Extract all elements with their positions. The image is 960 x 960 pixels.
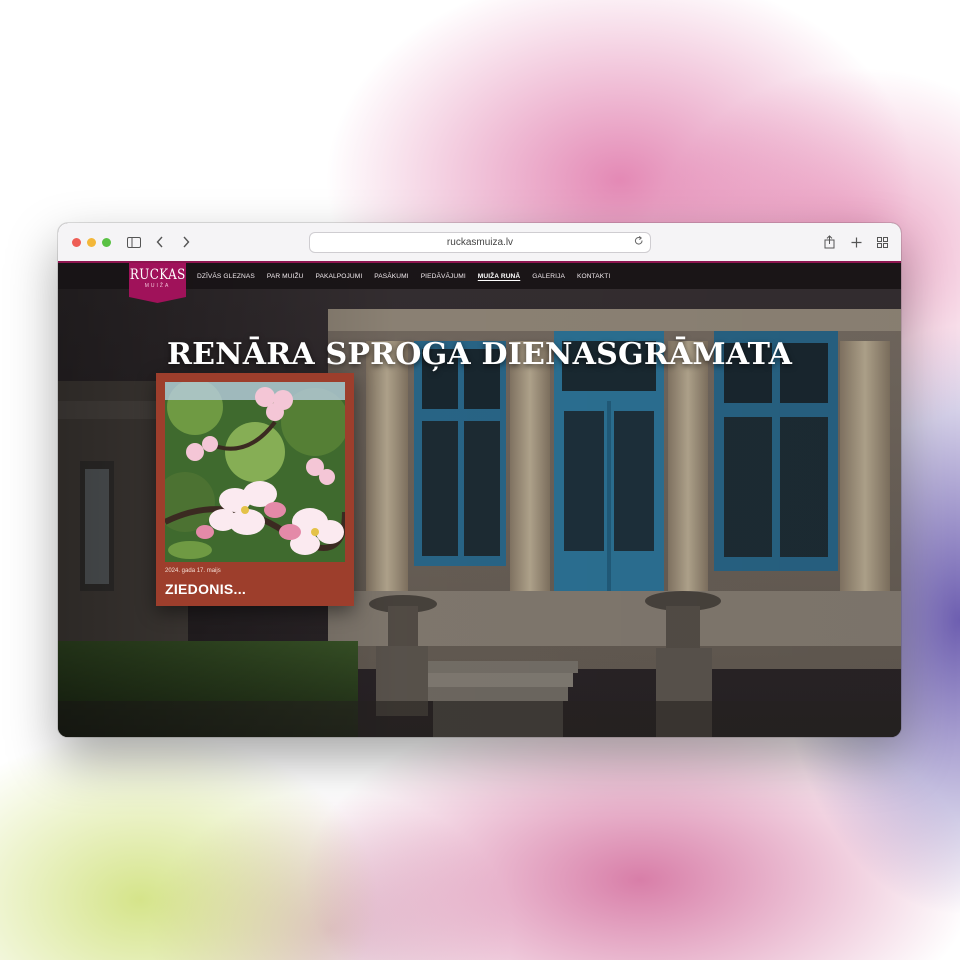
- post-title[interactable]: ZIEDONIS...: [165, 581, 246, 597]
- site-navbar: RUCKAS MUIŽA DZĪVĀS GLEZNAS PAR MUIŽU PAKA…: [58, 261, 901, 303]
- minimize-window-button[interactable]: [87, 238, 96, 247]
- nav-item-4[interactable]: PASĀKUMI: [374, 273, 408, 280]
- apple-blossom-photo: [165, 382, 345, 562]
- page-title: RENĀRA SPROĢA DIENASGRĀMATA: [166, 337, 793, 372]
- new-tab-icon[interactable]: [849, 233, 863, 251]
- nav-item-3[interactable]: PAKALPOJUMI: [316, 273, 363, 280]
- sidebar-icon[interactable]: [126, 233, 142, 251]
- back-icon[interactable]: [154, 233, 166, 251]
- logo-main-text: RUCKAS: [129, 267, 186, 283]
- post-date: 2024. gada 17. maijs: [165, 568, 221, 574]
- address-bar[interactable]: ruckasmuiza.lv: [309, 232, 651, 253]
- browser-window: ruckasmuiza.lv RUCKAS MUIŽA DZĪVĀS GLEZN…: [58, 223, 901, 737]
- ruckas-logo[interactable]: RUCKAS MUIŽA: [129, 263, 186, 303]
- share-icon[interactable]: [822, 233, 836, 251]
- close-window-button[interactable]: [72, 238, 81, 247]
- hero-section: RUCKAS MUIŽA DZĪVĀS GLEZNAS PAR MUIŽU PAKA…: [58, 261, 901, 737]
- nav-item-5[interactable]: PIEDĀVĀJUMI: [421, 273, 466, 280]
- nav-item-1[interactable]: DZĪVĀS GLEZNAS: [197, 273, 255, 280]
- url-text: ruckasmuiza.lv: [446, 237, 514, 248]
- nav-item-2[interactable]: PAR MUIŽU: [267, 273, 304, 280]
- nav-item-6[interactable]: MUIŽA RUNĀ: [478, 273, 521, 280]
- post-card[interactable]: 2024. gada 17. maijs ZIEDONIS...: [156, 373, 354, 606]
- main-menu: DZĪVĀS GLEZNAS PAR MUIŽU PAKALPOJUMI PASĀKU…: [197, 263, 610, 289]
- forward-icon[interactable]: [180, 233, 192, 251]
- tab-overview-icon[interactable]: [875, 233, 889, 251]
- browser-toolbar: ruckasmuiza.lv: [58, 223, 901, 262]
- nav-item-8[interactable]: KONTAKTI: [577, 273, 610, 280]
- zoom-window-button[interactable]: [102, 238, 111, 247]
- post-image[interactable]: [165, 382, 345, 562]
- nav-item-7[interactable]: GALERIJA: [532, 273, 565, 280]
- logo-sub-text: MUIŽA: [144, 283, 171, 289]
- reload-icon[interactable]: [634, 235, 644, 250]
